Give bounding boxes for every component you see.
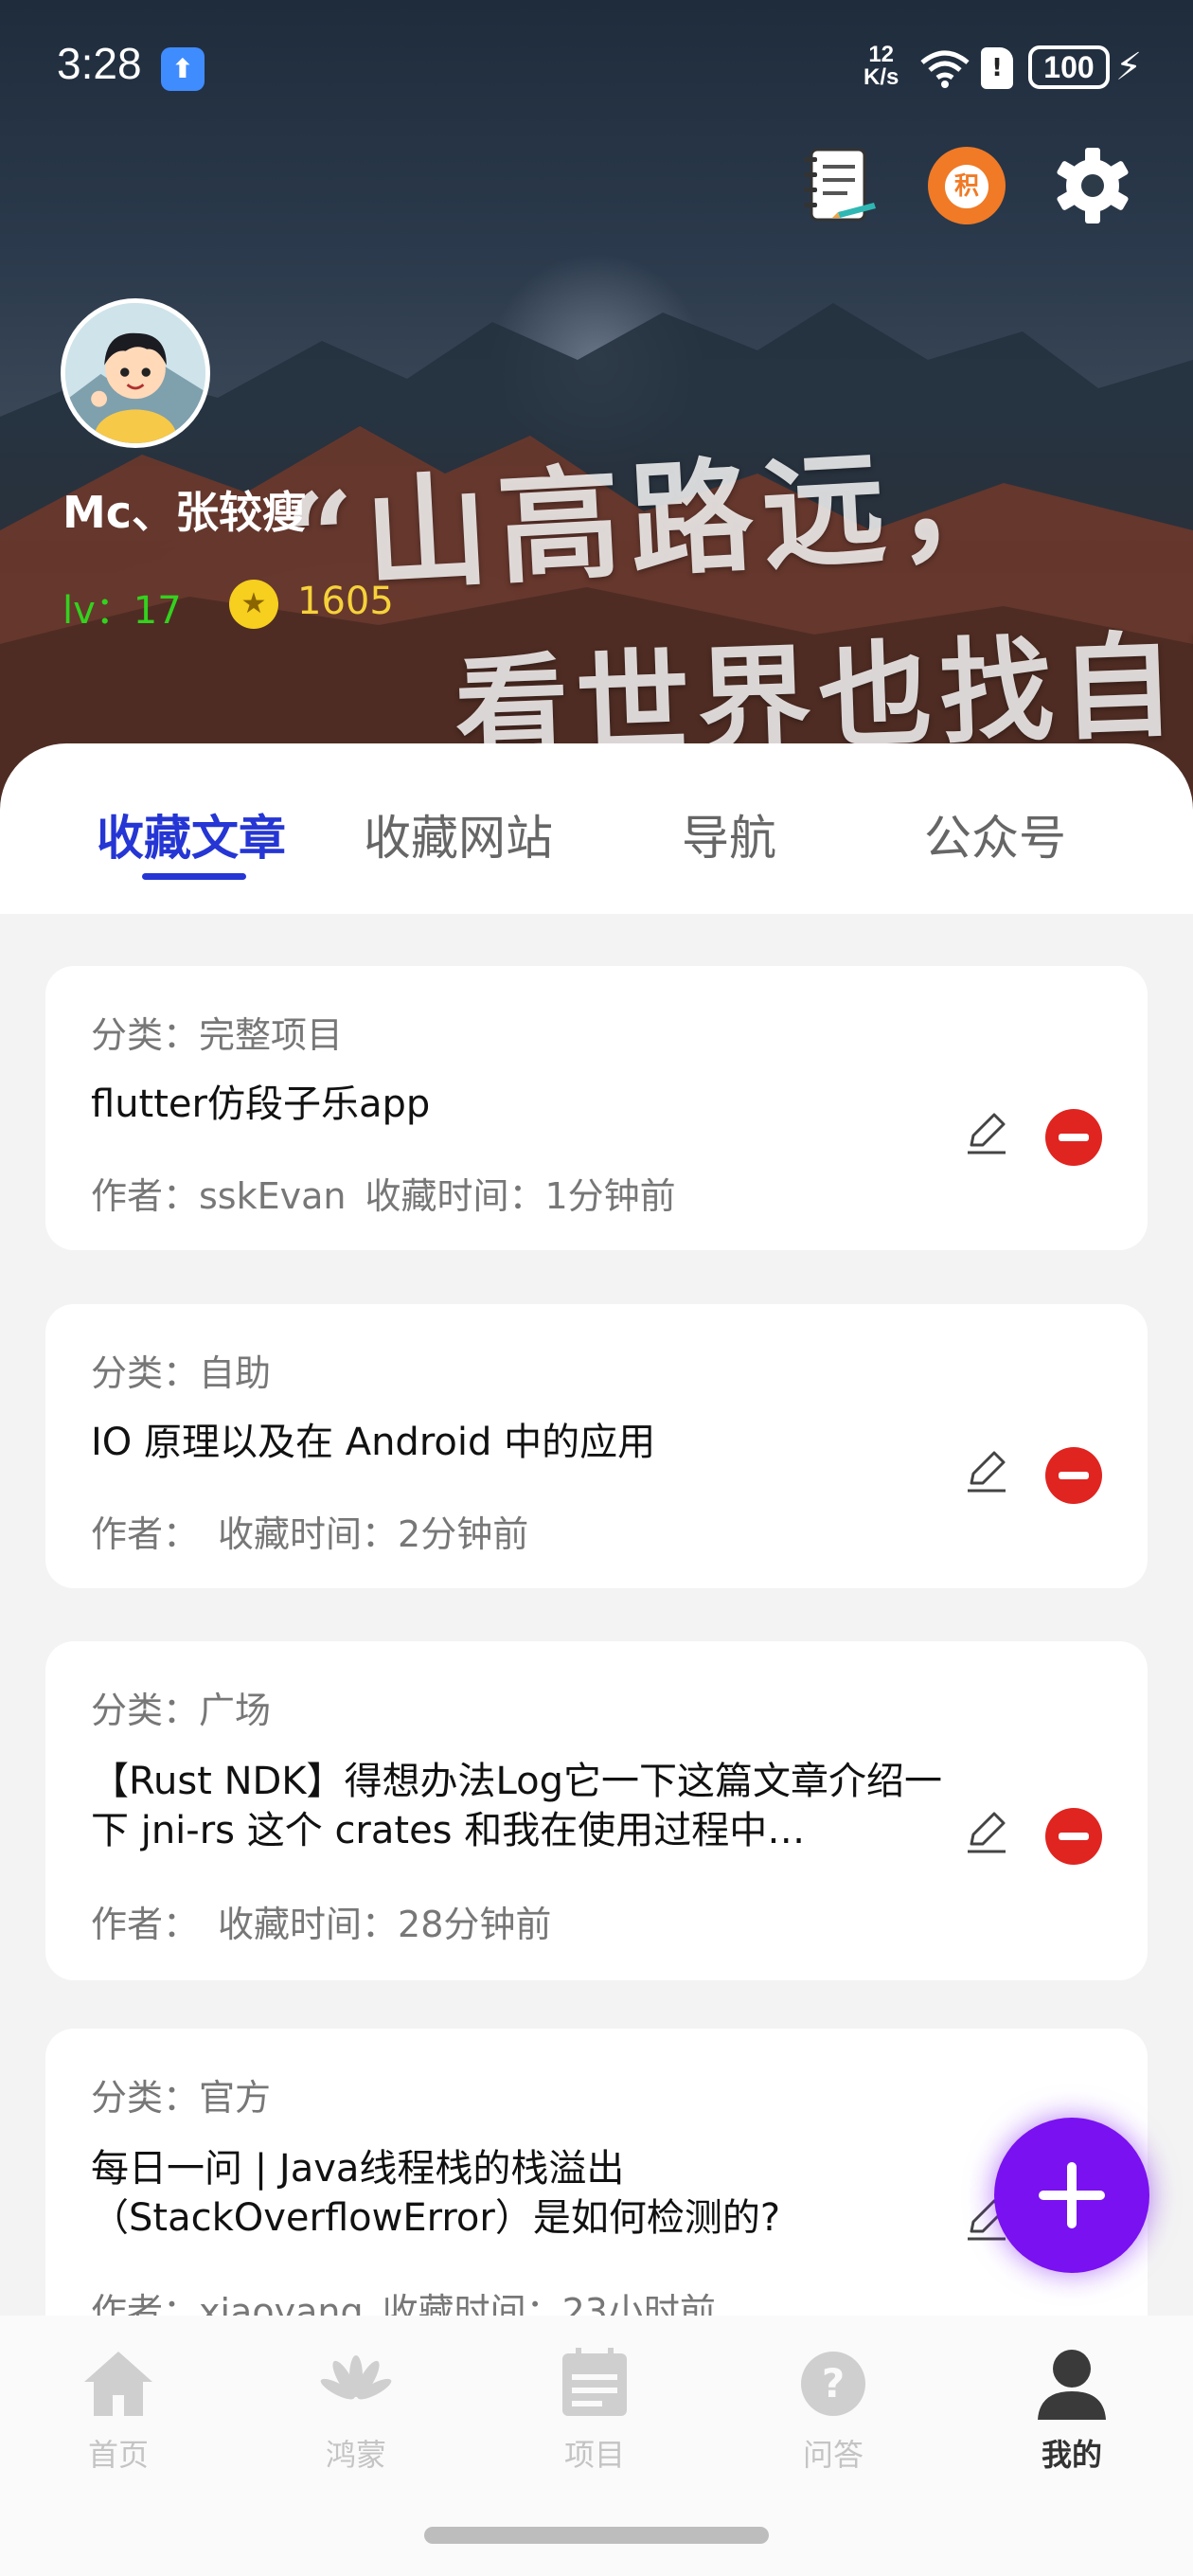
article-collected-time: 收藏时间：28分钟前 — [218, 1904, 552, 1945]
svg-text:?: ? — [822, 2360, 845, 2406]
battery-indicator: 100 — [1028, 45, 1110, 89]
edit-pencil-icon[interactable] — [962, 1808, 1011, 1857]
article-card[interactable]: 分类：广场 【Rust NDK】得想办法Log它一下这篇文章介绍一下 jni-r… — [45, 1641, 1148, 1980]
article-collected-time: 收藏时间：1分钟前 — [365, 1175, 676, 1217]
huawei-icon — [320, 2355, 392, 2400]
article-category: 分类：广场 — [91, 1690, 272, 1731]
article-category: 分类：官方 — [91, 2077, 272, 2119]
article-title[interactable]: 每日一问 | Java线程栈的栈溢出（StackOverflowError）是如… — [91, 2144, 962, 2243]
article-title[interactable]: 【Rust NDK】得想办法Log它一下这篇文章介绍一下 jni-rs 这个 c… — [91, 1757, 962, 1855]
remove-collection-icon[interactable] — [1045, 1808, 1102, 1865]
article-author: 作者： — [91, 1513, 200, 1555]
tab-collected-websites[interactable]: 收藏网站 — [364, 800, 553, 868]
nav-harmony-label: 鸿蒙 — [325, 2437, 386, 2473]
article-card[interactable]: 分类：自助 IO 原理以及在 Android 中的应用 作者： 收藏时间：2分钟前 — [45, 1304, 1148, 1588]
network-speed-value: 12 — [868, 42, 895, 67]
article-meta: 作者：sskEvan 收藏时间：1分钟前 — [91, 1167, 676, 1219]
wifi-icon — [920, 50, 970, 88]
article-category: 分类：自助 — [91, 1352, 272, 1394]
avatar-illustration — [65, 303, 205, 443]
user-level: lv：17 — [62, 589, 182, 633]
profile-icon — [1038, 2350, 1106, 2420]
charging-bolt-icon: ⚡ — [1115, 45, 1143, 89]
nav-mine[interactable]: 我的 — [987, 2344, 1157, 2475]
notebook-icon[interactable] — [800, 144, 878, 225]
status-time: 3:28 — [57, 39, 142, 88]
article-title[interactable]: flutter仿段子乐app — [91, 1080, 962, 1129]
tab-bar: 收藏文章 收藏网站 导航 公众号 — [0, 743, 1193, 914]
nav-qa-label: 问答 — [802, 2437, 864, 2473]
coin-count: 1605 — [297, 580, 394, 623]
article-meta: 作者： 收藏时间：2分钟前 — [91, 1505, 528, 1557]
nav-home[interactable]: 首页 — [33, 2344, 204, 2475]
nav-projects-label: 项目 — [563, 2437, 625, 2473]
question-icon: ? — [801, 2352, 865, 2416]
home-icon — [84, 2352, 152, 2416]
points-icon-char: 积 — [945, 164, 988, 208]
article-author: 作者：sskEvan — [91, 1175, 347, 1217]
active-tab-indicator — [142, 873, 246, 880]
article-meta: 作者：xiaoyang 收藏时间：23小时前 — [91, 2282, 716, 2316]
article-collected-time: 收藏时间：23小时前 — [382, 2291, 716, 2316]
project-icon — [562, 2348, 627, 2416]
nav-projects[interactable]: 项目 — [509, 2344, 680, 2475]
article-title[interactable]: IO 原理以及在 Android 中的应用 — [91, 1418, 962, 1467]
upload-arrow-icon: ⬆ — [161, 47, 205, 91]
remove-collection-icon[interactable] — [1045, 1447, 1102, 1504]
nav-home-label: 首页 — [87, 2437, 149, 2473]
sim-alert-icon: ! — [981, 47, 1013, 89]
points-icon[interactable]: 积 — [928, 147, 1006, 224]
tab-navigation[interactable]: 导航 — [682, 800, 776, 868]
avatar[interactable] — [61, 298, 210, 448]
nav-mine-label: 我的 — [1041, 2437, 1102, 2473]
username: Mc、张较瘦 — [62, 487, 307, 538]
coin-star-icon: ★ — [229, 580, 278, 629]
article-meta: 作者： 收藏时间：28分钟前 — [91, 1895, 551, 1947]
article-card[interactable]: 分类：完整项目 flutter仿段子乐app 作者：sskEvan 收藏时间：1分… — [45, 966, 1148, 1250]
nav-harmony[interactable]: 鸿蒙 — [271, 2344, 441, 2475]
nav-qa[interactable]: ? 问答 — [748, 2344, 918, 2475]
network-speed: 12 K/s — [864, 44, 899, 89]
article-author: 作者： — [91, 1904, 200, 1945]
tab-official-accounts[interactable]: 公众号 — [924, 800, 1066, 868]
add-button[interactable] — [994, 2118, 1149, 2273]
article-card[interactable]: 分类：官方 每日一问 | Java线程栈的栈溢出（StackOverflowEr… — [45, 2029, 1148, 2316]
edit-pencil-icon[interactable] — [962, 1447, 1011, 1496]
status-bar: 3:28 ⬆ 12 K/s ! 100 ⚡ — [0, 0, 1193, 133]
home-indicator[interactable] — [424, 2527, 769, 2544]
collected-article-list[interactable]: 分类：完整项目 flutter仿段子乐app 作者：sskEvan 收藏时间：1分… — [0, 914, 1193, 2316]
network-speed-unit: K/s — [864, 64, 899, 90]
edit-pencil-icon[interactable] — [962, 1109, 1011, 1158]
article-author: 作者：xiaoyang — [91, 2291, 364, 2316]
article-category: 分类：完整项目 — [91, 1014, 344, 1056]
article-collected-time: 收藏时间：2分钟前 — [218, 1513, 529, 1555]
tab-collected-articles[interactable]: 收藏文章 — [97, 800, 286, 868]
remove-collection-icon[interactable] — [1045, 1109, 1102, 1166]
settings-gear-icon[interactable] — [1051, 144, 1134, 227]
